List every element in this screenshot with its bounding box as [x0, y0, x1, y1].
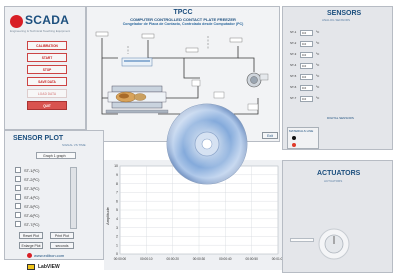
y-tick-label: 1 [116, 243, 118, 247]
sensor-label: ST-3 [290, 52, 297, 56]
channel-checkbox[interactable] [15, 185, 21, 191]
x-tick-label: 00:00:00 [114, 257, 127, 261]
actuator-slider[interactable] [290, 238, 314, 242]
load-data-button[interactable]: LOAD DATA [27, 89, 67, 98]
scada-logo: SCADA [10, 12, 82, 30]
y-tick-label: 6 [116, 199, 118, 203]
channel-label: ST-1(ºC) [24, 168, 40, 173]
channel-label: ST-2(ºC) [24, 177, 40, 182]
y-tick-label: 2 [116, 235, 118, 239]
logo-subtitle: Engineering & Technical Teaching Equipme… [10, 29, 71, 33]
x-tick-label: 00:00:30 [193, 257, 206, 261]
enlarge-plot-button[interactable]: Enlarge Plot [19, 242, 43, 249]
y-tick-label: 0 [116, 252, 118, 256]
y-tick-label: 7 [116, 191, 118, 195]
y-tick-label: 10 [114, 164, 118, 168]
channel-label: ST-6(ºC) [24, 213, 40, 218]
title-spanish: Congelador de Placa de Contacto, Control… [122, 22, 244, 26]
sensor-plot-title: SENSOR PLOT [13, 135, 64, 142]
sensor-value: 0.0 [300, 52, 313, 58]
sensor-row-st1: ST-1 0.0 ºC [290, 30, 338, 36]
y-tick-label: 5 [116, 208, 118, 212]
exit-button[interactable]: Exit [262, 132, 278, 139]
channel-label: ST-7(ºC) [24, 222, 40, 227]
sensor-row-st3: ST-3 0.0 ºC [290, 52, 338, 58]
sensor-label: ST-5 [290, 74, 297, 78]
logo-text: SCADA [25, 13, 70, 27]
sensor-unit: ºC [316, 41, 320, 45]
title-code: TPCC [173, 9, 193, 16]
sensor-row-st4: ST-4 0.0 ºC [290, 63, 338, 69]
digital-sensors-label: DIGITAL SENSORS [327, 116, 354, 120]
x-tick-label: 00:00:10 [140, 257, 153, 261]
labview-label: LabVIEW [38, 264, 60, 270]
sensor-label: ST-1 [290, 30, 297, 34]
sensor-label: ST-6 [290, 85, 297, 89]
start-button[interactable]: START [27, 53, 67, 62]
indicator-led-black [292, 136, 296, 140]
x-tick-label: 00:00:20 [166, 257, 179, 261]
cd-disc-icon [166, 103, 248, 185]
scada-window: SCADA Engineering & Technical Teaching E… [0, 0, 395, 275]
actuators-title: ACTUATORS [317, 170, 361, 177]
graph-select-value: Graph 1 graph [43, 153, 66, 158]
channel-label: ST-3(ºC) [24, 186, 40, 191]
sensor-value: 0.0 [300, 63, 313, 69]
graph-select[interactable]: Graph 1 graph [36, 152, 76, 159]
sensor-value: 0.0 [300, 41, 313, 47]
save-data-button[interactable]: SAVE DATA [27, 77, 67, 86]
channel-label: ST-5(ºC) [24, 204, 40, 209]
sensor-unit: ºC [316, 63, 320, 67]
sensors-title: SENSORS [327, 10, 362, 17]
channel-list-scrollbar[interactable] [70, 167, 77, 229]
time-units-select[interactable]: seconds [50, 242, 74, 249]
stop-button[interactable]: STOP [27, 65, 67, 74]
calibration-button[interactable]: CALIBRATION [27, 41, 67, 50]
y-tick-label: 9 [116, 173, 118, 177]
channel-checkbox[interactable] [15, 203, 21, 209]
sensor-row-st2: ST-2 0.0 ºC [290, 41, 338, 47]
channel-checkbox[interactable] [15, 176, 21, 182]
y-tick-label: 3 [116, 226, 118, 230]
sensor-row-st7: ST-7 0.0 ºC [290, 96, 338, 102]
quit-button[interactable]: QUIT [27, 101, 67, 110]
edibon-logo-icon [27, 253, 32, 258]
sensor-value: 0.0 [300, 74, 313, 80]
sensor-value: 0.0 [300, 96, 313, 102]
x-tick-label: 00:01:00 [272, 257, 282, 261]
sensor-plot-subtitle: SIGNAL VS TIME [62, 143, 86, 147]
sensor-row-st6: ST-6 0.0 ºC [290, 85, 338, 91]
channel-checkbox[interactable] [15, 167, 21, 173]
y-tick-label: 8 [116, 182, 118, 186]
x-tick-label: 00:00:50 [245, 257, 258, 261]
sensor-unit: ºC [316, 74, 320, 78]
sensor-row-st5: ST-5 0.0 ºC [290, 74, 338, 80]
print-plot-button[interactable]: Print Plot [50, 232, 74, 239]
channel-checkbox[interactable] [15, 221, 21, 227]
sensor-label: ST-2 [290, 41, 297, 45]
materials-line-label: MATERIALS LINE [289, 129, 314, 133]
sensor-value: 0.0 [300, 30, 313, 36]
channel-checkbox[interactable] [15, 194, 21, 200]
x-tick-label: 00:00:40 [219, 257, 232, 261]
labview-logo-icon [27, 264, 35, 270]
website-link[interactable]: www.edibon.com [34, 253, 64, 258]
channel-checkbox[interactable] [15, 212, 21, 218]
actuator-knob[interactable] [316, 226, 352, 262]
sensor-label: ST-7 [290, 96, 297, 100]
sensor-unit: ºC [316, 30, 320, 34]
y-tick-label: 4 [116, 217, 118, 221]
indicator-led-red [292, 143, 296, 147]
sensor-value: 0.0 [300, 85, 313, 91]
sensor-unit: ºC [316, 52, 320, 56]
sensor-label: ST-4 [290, 63, 297, 67]
sensor-unit: ºC [316, 85, 320, 89]
reset-plot-button[interactable]: Reset Plot [19, 232, 43, 239]
actuators-subtitle: ACTUATORS [324, 179, 343, 183]
logo-dot-icon [10, 15, 23, 28]
channel-label: ST-4(ºC) [24, 195, 40, 200]
sensors-subtitle: ANALOG SENSORS [322, 18, 351, 22]
y-axis-label: Amplitude [105, 206, 110, 225]
sensor-unit: ºC [316, 96, 320, 100]
